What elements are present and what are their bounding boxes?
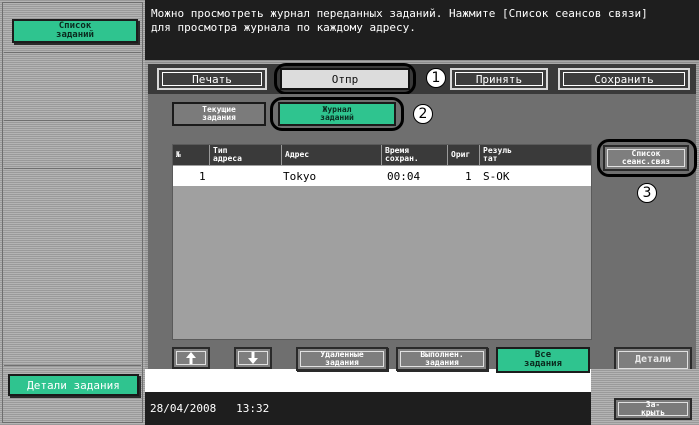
scroll-up-button[interactable] xyxy=(172,347,210,369)
close-label: За- крыть xyxy=(640,400,666,417)
current-jobs-tab[interactable]: Текущие задания xyxy=(172,102,266,126)
arrow-up-icon xyxy=(186,352,196,364)
callout-ring-2 xyxy=(270,97,404,131)
sidebar-divider xyxy=(4,168,141,169)
job-list-button[interactable]: Список заданий xyxy=(12,19,138,43)
column-header-address-type: Тип адреса xyxy=(209,145,281,165)
callout-number-3: 3 xyxy=(637,183,657,203)
cell-address: Tokyo xyxy=(283,169,317,183)
sidebar-frame xyxy=(2,2,143,423)
tab-save-label: Сохранить xyxy=(594,72,654,86)
completed-jobs-button[interactable]: Выполнен. задания xyxy=(396,347,488,371)
status-bar: 28/04/2008 13:32 xyxy=(145,392,591,425)
column-header-time: Время сохран. xyxy=(381,145,447,165)
tab-receive[interactable]: Принять xyxy=(450,68,548,90)
column-header-originals: Ориг xyxy=(447,145,479,165)
table-row[interactable]: 1 Tokyo 00:04 1 S-OK xyxy=(173,166,591,186)
close-button[interactable]: За- крыть xyxy=(614,398,692,420)
callout-ring-3 xyxy=(597,139,697,177)
all-jobs-button[interactable]: Все задания xyxy=(496,347,590,373)
arrow-down-icon xyxy=(248,352,258,364)
details-label: Детали xyxy=(634,354,672,365)
sidebar-divider xyxy=(4,365,141,366)
column-header-address: Адрес xyxy=(281,145,381,165)
job-details-button[interactable]: Детали задания xyxy=(8,374,139,396)
cell-result: S-OK xyxy=(483,169,510,183)
instruction-message: Можно просмотреть журнал переданных зада… xyxy=(145,0,699,60)
column-header-number: № xyxy=(176,150,181,159)
callout-number-2: 2 xyxy=(413,104,433,124)
job-log-table: № Тип адреса Адрес Время сохран. Ориг Ре… xyxy=(172,144,592,340)
tab-save[interactable]: Сохранить xyxy=(558,68,690,90)
deleted-jobs-label: Удаленные задания xyxy=(320,350,364,367)
cell-address-type xyxy=(213,166,277,186)
scroll-down-button[interactable] xyxy=(234,347,272,369)
completed-jobs-label: Выполнен. задания xyxy=(420,350,464,367)
screen: Список заданий Детали задания Можно прос… xyxy=(0,0,699,425)
tab-print-label: Печать xyxy=(192,72,232,86)
sidebar-divider xyxy=(4,52,141,53)
table-header: № Тип адреса Адрес Время сохран. Ориг Ре… xyxy=(173,145,591,165)
sidebar xyxy=(0,0,145,425)
deleted-jobs-button[interactable]: Удаленные задания xyxy=(296,347,388,371)
callout-number-1: 1 xyxy=(426,68,446,88)
tab-receive-label: Принять xyxy=(475,72,523,86)
datetime-display: 28/04/2008 13:32 xyxy=(150,402,270,415)
callout-ring-1 xyxy=(274,63,416,95)
column-header-result: Резуль тат xyxy=(479,145,591,165)
tab-print[interactable]: Печать xyxy=(157,68,267,90)
sidebar-divider xyxy=(4,120,141,121)
cell-time: 00:04 xyxy=(387,169,421,183)
cell-originals: 1 xyxy=(465,169,472,183)
